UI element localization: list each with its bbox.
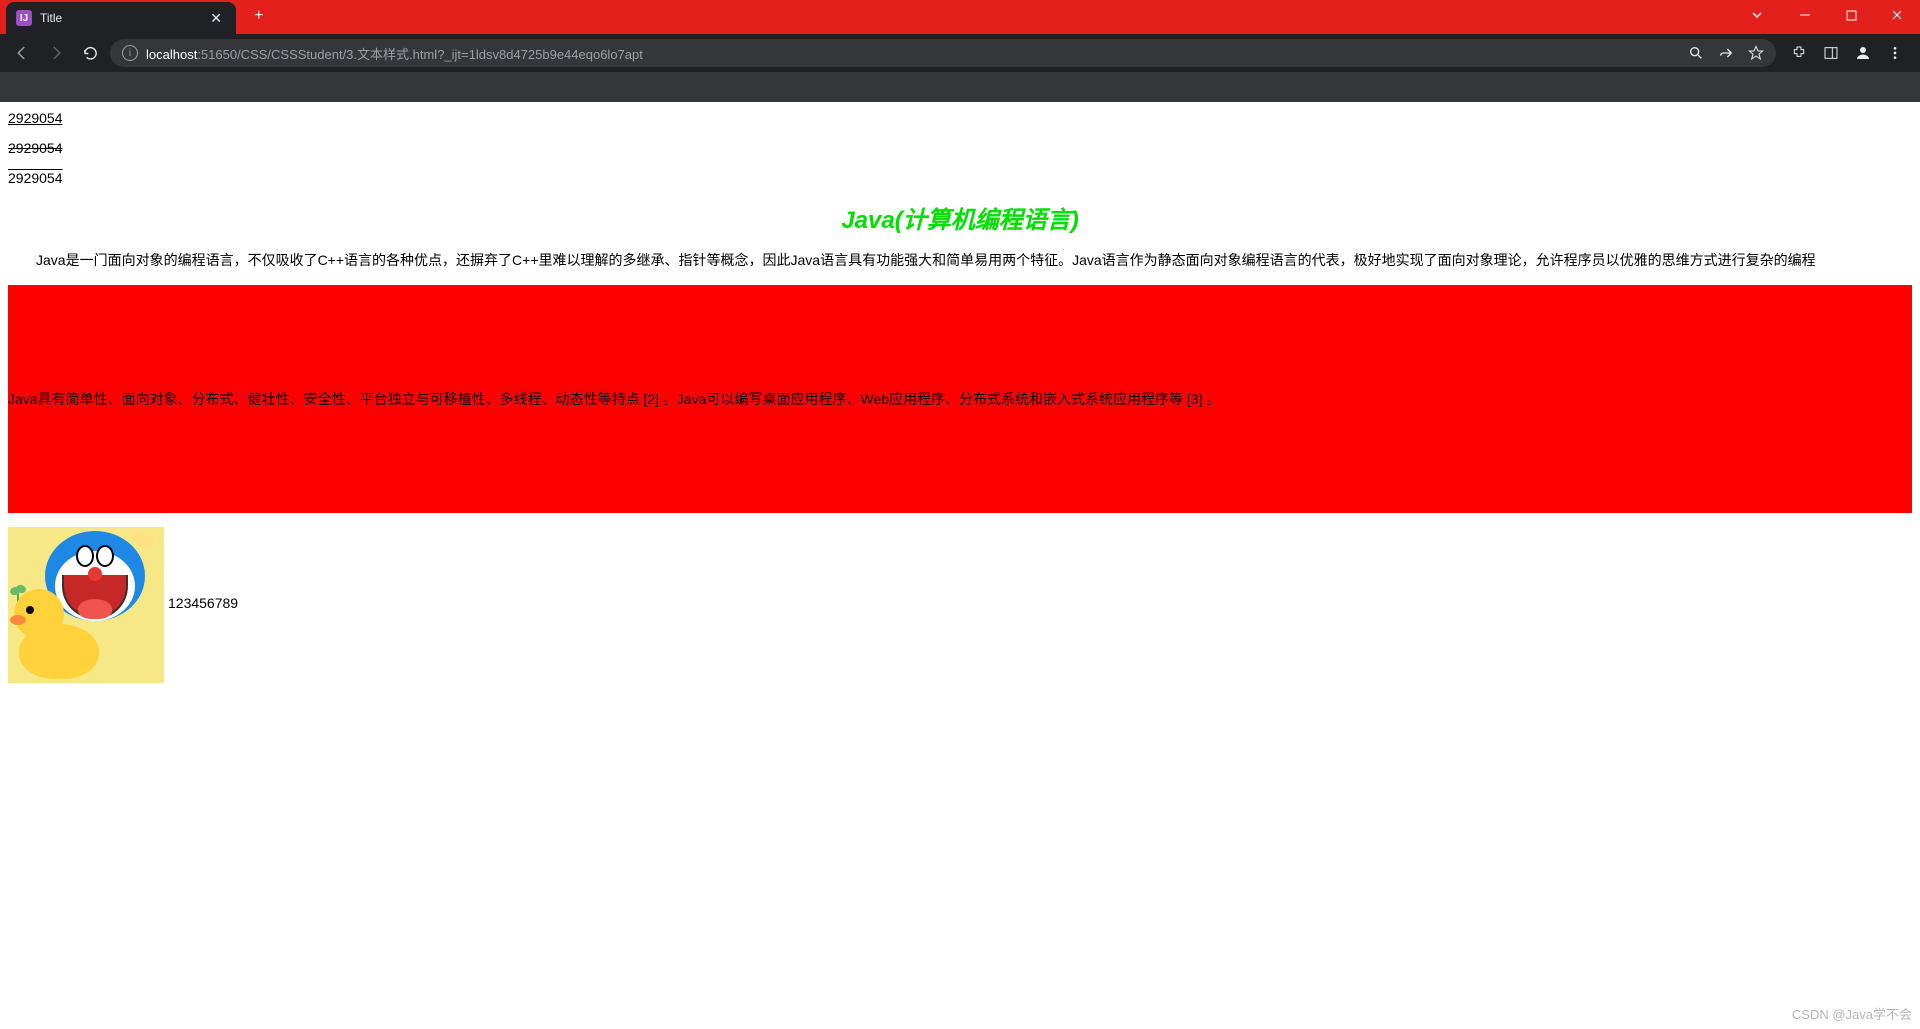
favicon-icon: IJ xyxy=(16,10,32,26)
bookmark-icon[interactable] xyxy=(1748,45,1764,61)
profile-icon[interactable] xyxy=(1854,44,1872,62)
url-text: localhost:51650/CSS/CSSStudent/3.文本样式.ht… xyxy=(146,44,643,63)
text-linethrough: 2929054 xyxy=(8,140,1912,156)
tab-title: Title xyxy=(40,11,206,25)
url-host: localhost xyxy=(146,47,197,62)
minimize-button[interactable] xyxy=(1782,0,1828,30)
toolbar-right xyxy=(1782,44,1912,62)
close-tab-icon[interactable]: ✕ xyxy=(206,8,226,29)
menu-icon[interactable] xyxy=(1886,44,1904,62)
bookmarks-bar xyxy=(0,72,1920,102)
address-bar[interactable]: i localhost:51650/CSS/CSSStudent/3.文本样式.… xyxy=(110,39,1776,67)
text-underline: 2929054 xyxy=(8,110,1912,126)
omnibox-actions xyxy=(1688,45,1764,61)
window-controls xyxy=(1742,0,1920,30)
back-button[interactable] xyxy=(8,39,36,67)
chevron-down-icon[interactable] xyxy=(1742,0,1772,30)
page-heading: Java(计算机编程语言) xyxy=(8,200,1912,235)
share-icon[interactable] xyxy=(1718,45,1734,61)
paragraph-features: Java具有简单性、面向对象、分布式、健壮性、安全性、平台独立与可移植性、多线程… xyxy=(8,388,1220,410)
watermark: CSDN @Java学不会 xyxy=(1792,1004,1912,1023)
page-content: 2929054 2929054 2929054 Java(计算机编程语言) Ja… xyxy=(0,102,1920,691)
forward-button[interactable] xyxy=(42,39,70,67)
sidepanel-icon[interactable] xyxy=(1822,44,1840,62)
text-overline: 2929054 xyxy=(8,170,1912,186)
search-icon[interactable] xyxy=(1688,45,1704,61)
extensions-icon[interactable] xyxy=(1790,44,1808,62)
url-path: :51650/CSS/CSSStudent/3.文本样式.html?_ijt=1… xyxy=(197,47,643,62)
site-info-icon[interactable]: i xyxy=(122,45,138,61)
browser-toolbar: i localhost:51650/CSS/CSSStudent/3.文本样式.… xyxy=(0,34,1920,72)
maximize-button[interactable] xyxy=(1828,0,1874,30)
cartoon-image xyxy=(8,527,164,683)
titlebar: IJ Title ✕ + xyxy=(0,0,1920,34)
reload-button[interactable] xyxy=(76,39,104,67)
paragraph-intro: Java是一门面向对象的编程语言，不仅吸收了C++语言的各种优点，还摒弃了C++… xyxy=(8,249,1912,271)
close-window-button[interactable] xyxy=(1874,0,1920,30)
duck-icon xyxy=(14,589,104,679)
image-label: 123456789 xyxy=(168,595,238,615)
new-tab-button[interactable]: + xyxy=(246,3,271,29)
red-block: Java具有简单性、面向对象、分布式、健壮性、安全性、平台独立与可移植性、多线程… xyxy=(8,285,1912,513)
image-row: 123456789 xyxy=(8,527,1912,683)
browser-tab[interactable]: IJ Title ✕ xyxy=(6,2,236,34)
